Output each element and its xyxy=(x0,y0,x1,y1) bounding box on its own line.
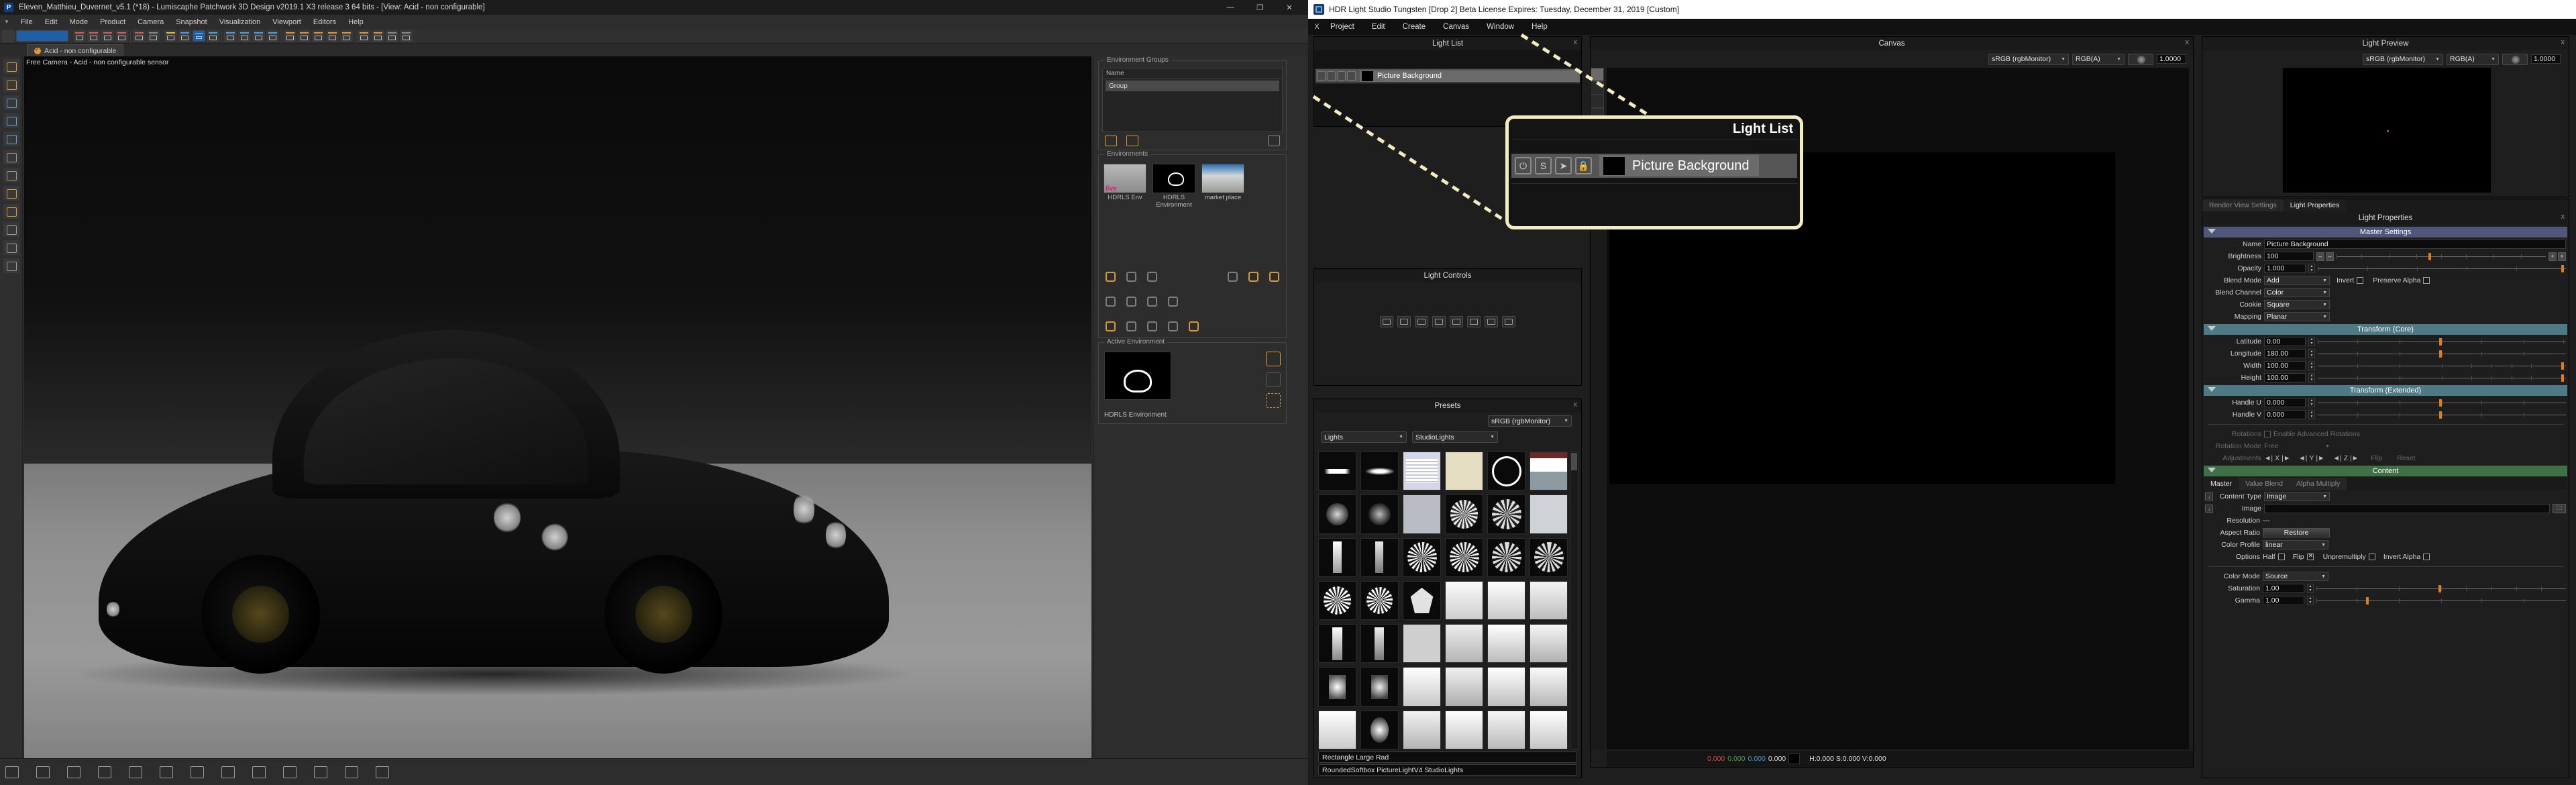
magnified-light-name-cell: Picture Background xyxy=(1599,155,1759,176)
magnified-light-name-label: Picture Background xyxy=(1632,158,1750,173)
callout-connector-lines xyxy=(1312,33,1648,223)
magnified-divider xyxy=(1511,183,1797,184)
lock-icon: 🔒 xyxy=(1575,157,1592,174)
power-icon: ⏻ xyxy=(1515,157,1532,174)
magnified-divider xyxy=(1511,139,1797,140)
magnified-color-swatch xyxy=(1603,156,1625,175)
magnified-light-row: ⏻ S ➤ 🔒 Picture Background xyxy=(1511,154,1797,178)
magnified-light-list-callout: Light List ⏻ S ➤ 🔒 Picture Background xyxy=(1505,115,1803,229)
select-icon: ➤ xyxy=(1555,157,1572,174)
magnified-light-list-title: Light List xyxy=(1733,121,1793,136)
solo-icon: S xyxy=(1535,157,1552,174)
screen-root: P Eleven_Matthieu_Duvernet_v5.1 (*18) - … xyxy=(0,0,2576,785)
